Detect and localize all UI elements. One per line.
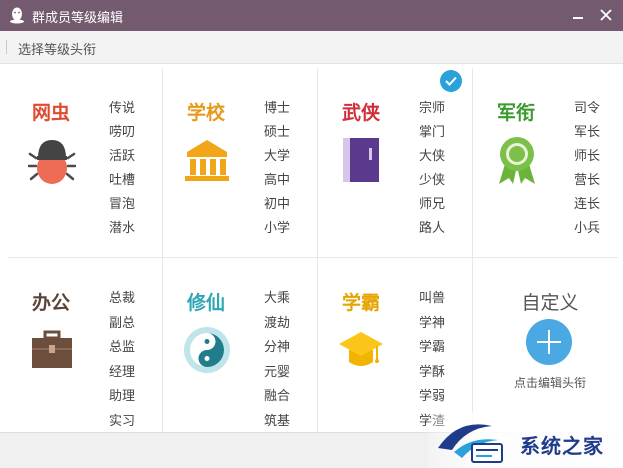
rank-list: 博士 硕士 大学 高中 初中 小学 <box>264 101 290 245</box>
rank-item: 传说 <box>109 101 136 116</box>
rank-item: 博士 <box>264 101 291 116</box>
category-wuxia[interactable]: 武侠 宗师 掌门 大侠 少侠 师兄 路人 <box>318 68 472 257</box>
category-name: 办公 <box>32 292 71 314</box>
rank-item: 连长 <box>574 197 601 212</box>
rank-list: 大乘 渡劫 分神 元婴 融合 筑基 <box>264 291 290 438</box>
rank-item: 总监 <box>109 340 136 355</box>
category-name: 修仙 <box>187 292 226 314</box>
custom-title: 自定义 <box>521 292 579 314</box>
hint-text: 选择等级头衔 <box>18 43 97 58</box>
rank-item: 军长 <box>574 125 601 140</box>
rank-item: 冒泡 <box>109 197 136 212</box>
minimize-button[interactable] <box>566 4 590 26</box>
category-name: 军衔 <box>497 102 536 124</box>
rank-item: 渡劫 <box>264 315 291 331</box>
rank-item: 吐槽 <box>109 173 136 188</box>
selected-check-badge <box>440 70 462 92</box>
hint-bar: 选择等级头衔 <box>0 31 623 64</box>
category-name: 学校 <box>187 102 226 124</box>
rank-list: 宗师 掌门 大侠 少侠 师兄 路人 <box>419 101 445 245</box>
qq-penguin-icon <box>10 7 24 24</box>
watermark: 系统之家 <box>428 412 623 468</box>
rank-item: 路人 <box>419 221 446 236</box>
rank-item: 助理 <box>109 389 136 404</box>
rank-item: 融合 <box>264 389 291 404</box>
category-xiuxian[interactable]: 修仙 大乘 渡劫 分神 元婴 融合 筑基 <box>163 258 317 447</box>
rank-item: 大乘 <box>264 291 291 306</box>
rank-item: 活跃 <box>109 149 136 164</box>
category-school[interactable]: 学校 博士 硕士 大学 高中 初中 小学 <box>163 68 317 257</box>
rank-item: 高中 <box>264 173 291 188</box>
martial-book-icon <box>343 138 379 182</box>
check-icon <box>445 76 457 86</box>
yin-yang-icon <box>184 327 230 373</box>
window-title: 群成员等级编辑 <box>32 11 124 26</box>
bug-icon <box>28 140 76 184</box>
rank-list: 传说 唠叨 活跃 吐槽 冒泡 潜水 <box>109 101 135 245</box>
rank-item: 叫兽 <box>419 291 446 306</box>
rank-item: 大学 <box>264 149 291 164</box>
rank-item: 掌门 <box>419 125 446 140</box>
rank-item: 小兵 <box>574 221 601 236</box>
divider <box>6 40 7 54</box>
medal-icon <box>499 137 535 184</box>
rank-item: 学酥 <box>419 364 446 380</box>
category-military[interactable]: 军衔 司令 军长 师长 营长 连长 小兵 <box>473 68 623 257</box>
category-name: 网虫 <box>32 102 71 124</box>
rank-list: 司令 军长 师长 营长 连长 小兵 <box>574 101 600 245</box>
rank-item: 总裁 <box>109 291 136 306</box>
rank-item: 学神 <box>419 315 446 331</box>
category-netbug[interactable]: 网虫 传说 唠叨 活跃 吐槽 冒泡 潜水 <box>8 68 162 257</box>
close-button[interactable] <box>594 4 618 26</box>
category-name: 武侠 <box>342 102 381 124</box>
rank-item: 唠叨 <box>109 125 136 140</box>
custom-subtitle: 点击编辑头衔 <box>513 376 586 390</box>
category-office[interactable]: 办公 总裁 副总 总监 经理 助理 实习 <box>8 258 162 447</box>
rank-item: 司令 <box>574 101 601 116</box>
school-building-icon <box>185 140 229 181</box>
rank-item: 营长 <box>574 173 601 188</box>
rank-item: 潜水 <box>109 221 136 236</box>
category-grid: 网虫 传说 唠叨 活跃 吐槽 冒泡 潜水 学校 博士 硕士 大学 高中 初中 小… <box>8 68 618 432</box>
category-name: 学霸 <box>342 292 381 314</box>
rank-item: 经理 <box>109 364 136 380</box>
graduation-cap-icon <box>339 332 383 366</box>
briefcase-icon <box>32 330 72 368</box>
rank-item: 少侠 <box>419 173 446 188</box>
add-custom-button[interactable] <box>526 319 572 365</box>
rank-item: 师长 <box>574 149 601 164</box>
rank-item: 小学 <box>264 221 291 236</box>
rank-list: 总裁 副总 总监 经理 助理 实习 <box>109 291 135 438</box>
watermark-logo-icon <box>438 424 503 463</box>
rank-item: 元婴 <box>264 364 291 380</box>
rank-item: 师兄 <box>419 197 446 212</box>
rank-item: 初中 <box>264 197 291 212</box>
close-icon <box>600 9 612 21</box>
rank-item: 学霸 <box>419 340 446 355</box>
rank-item: 学弱 <box>419 389 446 404</box>
title-bar: 群成员等级编辑 <box>0 0 623 31</box>
rank-item: 副总 <box>109 315 136 331</box>
rank-item: 硕士 <box>264 125 291 140</box>
rank-item: 分神 <box>264 340 291 355</box>
rank-item: 大侠 <box>419 149 446 164</box>
rank-item: 宗师 <box>419 101 446 116</box>
watermark-text: 系统之家 <box>520 434 604 458</box>
